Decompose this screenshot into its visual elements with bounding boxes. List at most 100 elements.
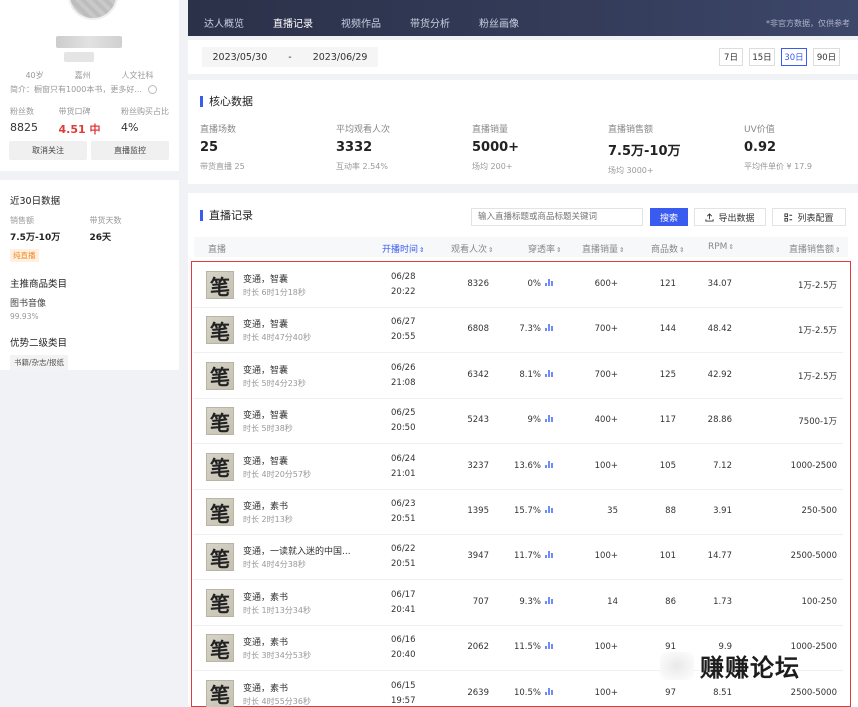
live-cover-thumbnail[interactable]: 笔 [206,271,234,299]
table-row[interactable]: 笔变通，智囊 时长 4时20分57秒 06/24 21:01 3237 13.6% 100+… [193,445,843,490]
sub-category-title: 优势二级类目 [10,338,68,349]
date-separator: - [288,51,292,63]
live-cover-thumbnail[interactable]: 笔 [206,543,234,572]
sort-icon: ⇕ [619,246,625,254]
metric-sub: 平均件单价 ¥ 17.9 [744,162,812,171]
bar-chart-icon[interactable] [545,642,553,650]
start-date: 06/28 [391,272,416,282]
stat-value: 8825 [10,121,38,134]
profile-bio: 简介：橱窗只有1000本书，更多好... [10,84,169,95]
table-row[interactable]: 笔变通，智囊 时长 5时38秒 06/25 20:50 5243 9% 400+ 117 28.… [193,399,843,445]
range-15d[interactable]: 15日 [749,48,775,66]
table-row[interactable]: 笔变通，素书 时长 2时13秒 06/23 20:51 1395 15.7% 35 88 3.9… [193,490,843,535]
sales-cell: 100+ [594,687,618,698]
stat-label: 粉丝数 [10,107,34,116]
live-cover-thumbnail[interactable]: 笔 [206,407,234,436]
live-title[interactable]: 变通，素书 [243,635,288,648]
col-items[interactable]: 商品数⇕ [651,242,684,255]
bar-chart-icon[interactable] [545,460,553,468]
penetration-value: 9.3% [519,596,541,607]
col-label: 观看人次 [451,245,488,255]
live-cover-thumbnail[interactable]: 笔 [206,316,234,345]
col-gmv[interactable]: 直播销售额⇕ [789,242,840,255]
main-category: 图书音像 [10,299,47,309]
tab-videos[interactable]: 视频作品 [341,15,381,30]
live-duration: 时长 5时38秒 [243,424,293,434]
live-monitor-button[interactable]: 直播监控 [91,141,169,160]
gmv-cell: 2500-5000 [790,687,837,698]
views-cell: 1395 [467,506,489,516]
search-input[interactable] [471,208,643,226]
bar-chart-icon[interactable] [545,324,553,332]
rpm-cell: 3.91 [713,506,732,516]
col-rpm[interactable]: RPM⇕ [708,242,734,252]
search-button[interactable]: 搜索 [650,208,688,226]
tab-overview[interactable]: 达人概览 [204,15,244,30]
bar-chart-icon[interactable] [545,279,553,286]
live-title[interactable]: 变通，素书 [243,590,288,603]
live-cover-thumbnail[interactable]: 笔 [206,588,234,617]
live-title[interactable]: 变通，智囊 [243,272,288,285]
gmv-cell: 1万-2.5万 [798,371,837,382]
live-title[interactable]: 变通，一读就入迷的中国... [243,544,351,557]
table-row[interactable]: 笔变通，智囊 时长 4时47分40秒 06/27 20:55 6808 7.3% 700+ 1… [193,308,843,354]
sort-icon: ⇕ [488,246,494,254]
start-time: 20:51 [391,559,416,570]
penetration-value: 0% [527,279,542,289]
live-cover-thumbnail[interactable]: 笔 [206,679,234,707]
disclaimer-note: *非官方数据，仅供参考 [766,19,850,28]
views-cell: 3237 [467,460,489,471]
live-title[interactable]: 变通，智囊 [243,454,288,467]
penetration-cell: 10.5% [514,687,553,698]
metric-sub: 场均 3000+ [608,166,654,175]
live-title[interactable]: 变通，智囊 [243,408,288,421]
live-title[interactable]: 变通，素书 [243,681,288,694]
live-title[interactable]: 变通，智囊 [243,317,288,330]
bar-chart-icon[interactable] [545,551,553,559]
col-views[interactable]: 观看人次⇕ [451,242,493,255]
col-sales[interactable]: 直播销量⇕ [582,242,624,255]
live-cover-thumbnail[interactable]: 笔 [206,452,234,481]
live-cover-thumbnail[interactable]: 笔 [206,634,234,663]
table-row[interactable]: 笔变通，智囊 时长 6时1分18秒 06/28 20:22 8326 0% 600+ 121 3… [193,263,843,308]
table-row[interactable]: 笔变通，智囊 时长 5时4分23秒 06/26 21:08 6342 8.1% 700+ 12… [193,354,843,399]
bar-chart-icon[interactable] [545,687,553,695]
table-row[interactable]: 笔变通，素书 时长 1时13分34秒 06/17 20:41 707 9.3% 14 86 1.… [193,581,843,626]
export-button[interactable]: 导出数据 [694,208,766,226]
live-title[interactable]: 变通，智囊 [243,363,288,376]
live-duration: 时长 1时13分34秒 [243,605,311,615]
live-title[interactable]: 变通，素书 [243,499,288,512]
more-icon[interactable] [148,85,157,94]
live-cover-thumbnail[interactable]: 笔 [206,361,234,390]
bar-chart-icon[interactable] [545,415,553,423]
tab-live-records[interactable]: 直播记录 [273,15,313,42]
live-duration: 时长 5时4分23秒 [243,378,306,388]
gmv-cell: 100-250 [801,596,837,607]
range-90d[interactable]: 90日 [813,48,840,66]
stat-value: 4% [120,121,139,134]
col-penetration[interactable]: 穿透率⇕ [528,242,561,255]
col-start-time[interactable]: 开播时间⇕ [382,242,424,255]
metric-label: UV价值 [744,125,775,135]
start-date: 06/16 [391,635,416,646]
metric-value: 3332 [336,140,373,155]
range-7d[interactable]: 7日 [719,48,743,66]
table-row[interactable]: 笔变通，一读就入迷的中国... 时长 4时4分38秒 06/22 20:51 3947 1… [193,535,843,581]
bar-chart-icon[interactable] [545,596,553,604]
date-range-picker[interactable]: 2023/05/30 - 2023/06/29 [202,47,378,67]
days-value: 26天 [89,233,112,243]
tab-sales-analysis[interactable]: 带货分析 [410,15,450,30]
bar-chart-icon[interactable] [545,369,553,377]
start-date: 06/25 [391,408,416,419]
list-config-button[interactable]: 列表配置 [772,208,846,226]
unfollow-button[interactable]: 取消关注 [9,141,87,160]
live-duration: 时长 4时55分36秒 [243,696,311,706]
sales-cell: 700+ [594,324,618,335]
start-time: 19:57 [391,695,416,706]
metric-value: 25 [200,140,219,155]
bar-chart-icon[interactable] [545,506,553,513]
penetration-cell: 0% [528,279,554,289]
range-30d[interactable]: 30日 [781,48,807,66]
tab-fan-profile[interactable]: 粉丝画像 [479,15,519,30]
live-cover-thumbnail[interactable]: 笔 [206,498,234,526]
